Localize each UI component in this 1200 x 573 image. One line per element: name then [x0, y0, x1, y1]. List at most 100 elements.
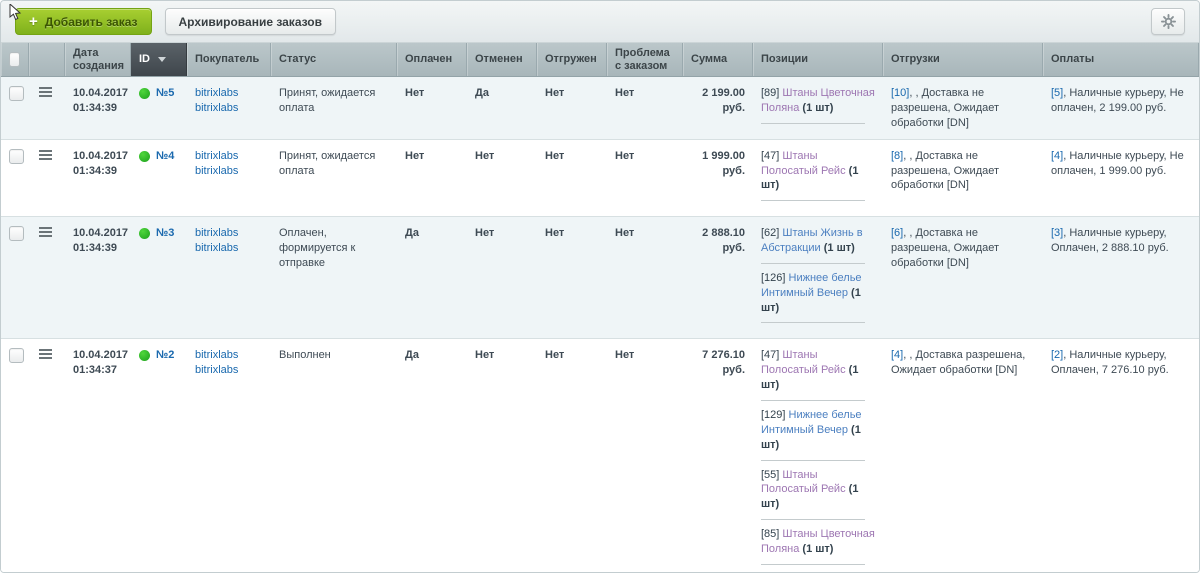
column-header-sum[interactable]: Сумма	[683, 43, 753, 76]
payment-link[interactable]: [4]	[1051, 150, 1063, 162]
column-header-menu[interactable]	[29, 43, 65, 76]
customer-link[interactable]: bitrixlabs	[195, 241, 263, 256]
position-code: [47]	[761, 150, 782, 162]
row-menu-button[interactable]	[37, 226, 54, 240]
order-time: 01:34:39	[73, 241, 123, 256]
column-header-problem[interactable]: Проблема с заказом	[607, 43, 683, 76]
position-qty: (1 шт)	[821, 242, 855, 254]
position-code: [55]	[761, 469, 782, 481]
column-header-label: Отменен	[475, 53, 523, 66]
customer-link[interactable]: bitrixlabs	[195, 348, 263, 363]
add-order-label: Добавить заказ	[45, 15, 138, 29]
grid-settings-button[interactable]	[1151, 8, 1185, 35]
order-id-link[interactable]: №5	[156, 86, 174, 101]
order-id-cell: №4	[131, 140, 187, 217]
sort-desc-icon	[158, 57, 166, 62]
status-dot-icon	[139, 350, 150, 361]
archive-orders-button[interactable]: Архивирование заказов	[165, 8, 337, 35]
position-qty: (1 шт)	[799, 543, 833, 555]
positions-cell: [62] Штаны Жизнь в Абстракции (1 шт)[126…	[753, 217, 883, 338]
paid-value: Нет	[397, 77, 467, 139]
grid-header: Дата созданияIDПокупатель Статус Оплачен От…	[1, 42, 1199, 77]
row-menu-button[interactable]	[37, 86, 54, 100]
customer-link[interactable]: bitrixlabs	[195, 363, 263, 378]
customer-cell: bitrixlabsbitrixlabs	[187, 77, 271, 139]
row-select-cell	[1, 339, 29, 573]
payment-link[interactable]: [2]	[1051, 349, 1063, 361]
row-menu-cell	[29, 217, 65, 338]
row-menu-button[interactable]	[37, 149, 54, 163]
payments-cell: [2], Наличные курьеру, Оплачен, 7 276.10…	[1043, 339, 1199, 573]
customer-link[interactable]: bitrixlabs	[195, 226, 263, 241]
add-order-button[interactable]: + Добавить заказ	[15, 8, 152, 35]
payment-text: , Наличные курьеру, Не оплачен, 2 199.00…	[1051, 87, 1184, 114]
customer-link[interactable]: bitrixlabs	[195, 149, 263, 164]
order-status: Принят, ожидается оплата	[271, 140, 397, 217]
row-menu-cell	[29, 140, 65, 217]
order-id-link[interactable]: №2	[156, 348, 174, 363]
hamburger-icon	[39, 150, 52, 152]
select-all-checkbox[interactable]	[9, 52, 20, 67]
status-dot-icon	[139, 151, 150, 162]
column-header-customer[interactable]: Покупатель	[187, 43, 271, 76]
position-item: [47] Штаны Полосатый Рейс (1 шт)	[761, 348, 875, 393]
paid-value: Да	[397, 217, 467, 338]
row-checkbox[interactable]	[9, 86, 24, 101]
problem-value: Нет	[607, 140, 683, 217]
toolbar: + Добавить заказ Архивирование заказов	[1, 1, 1199, 42]
plus-icon: +	[29, 14, 38, 29]
customer-link[interactable]: bitrixlabs	[195, 101, 263, 116]
order-id-link[interactable]: №4	[156, 149, 174, 164]
order-date-cell: 10.04.201701:34:39	[65, 140, 131, 217]
order-id-wrap: №4	[139, 149, 179, 164]
position-item: [129] Нижнее белье Интимный Вечер (1 шт)	[761, 408, 875, 453]
hamburger-icon	[39, 87, 52, 89]
position-code: [89]	[761, 87, 782, 99]
sum-value: 1 999.00 руб.	[683, 140, 753, 217]
column-header-canceled[interactable]: Отменен	[467, 43, 537, 76]
shipments-cell: [10], , Доставка не разрешена, Ожидает о…	[883, 77, 1043, 139]
column-header-status[interactable]: Статус	[271, 43, 397, 76]
position-code: [129]	[761, 409, 789, 421]
column-header-id[interactable]: ID	[131, 43, 187, 76]
order-id-link[interactable]: №3	[156, 226, 174, 241]
row-select-cell	[1, 77, 29, 139]
shipment-link[interactable]: [8]	[891, 150, 903, 162]
column-header-shipments[interactable]: Отгрузки	[883, 43, 1043, 76]
column-header-label: Статус	[279, 53, 316, 66]
canceled-value: Нет	[467, 140, 537, 217]
paid-value: Да	[397, 339, 467, 573]
shipment-link[interactable]: [10]	[891, 87, 909, 99]
row-checkbox[interactable]	[9, 226, 24, 241]
payments-cell: [4], Наличные курьеру, Не оплачен, 1 999…	[1043, 140, 1199, 217]
row-select-cell	[1, 140, 29, 217]
hamburger-icon	[39, 357, 52, 359]
row-select-cell	[1, 217, 29, 338]
shipment-link[interactable]: [4]	[891, 349, 903, 361]
canceled-value: Нет	[467, 339, 537, 573]
column-header-shipped[interactable]: Отгружен	[537, 43, 607, 76]
payment-link[interactable]: [3]	[1051, 227, 1063, 239]
gear-icon	[1161, 14, 1176, 29]
shipment-link[interactable]: [6]	[891, 227, 903, 239]
column-header-select[interactable]	[1, 43, 29, 76]
order-date: 10.04.2017	[73, 226, 123, 241]
hamburger-icon	[39, 158, 52, 160]
row-checkbox[interactable]	[9, 149, 24, 164]
position-item: [55] Штаны Полосатый Рейс (1 шт)	[761, 468, 875, 513]
payment-link[interactable]: [5]	[1051, 87, 1063, 99]
position-divider	[761, 400, 865, 401]
row-checkbox[interactable]	[9, 348, 24, 363]
customer-link[interactable]: bitrixlabs	[195, 86, 263, 101]
position-code: [62]	[761, 227, 782, 239]
order-time: 01:34:37	[73, 363, 123, 378]
column-header-date[interactable]: Дата создания	[65, 43, 131, 76]
column-header-positions[interactable]: Позиции	[753, 43, 883, 76]
row-menu-button[interactable]	[37, 348, 54, 362]
customer-link[interactable]: bitrixlabs	[195, 164, 263, 179]
paid-value: Нет	[397, 140, 467, 217]
position-item: [126] Нижнее белье Интимный Вечер (1 шт)	[761, 271, 875, 316]
column-header-payments[interactable]: Оплаты	[1043, 43, 1199, 76]
column-header-paid[interactable]: Оплачен	[397, 43, 467, 76]
shipment-text: , , Доставка разрешена, Ожидает обработк…	[891, 349, 1025, 376]
